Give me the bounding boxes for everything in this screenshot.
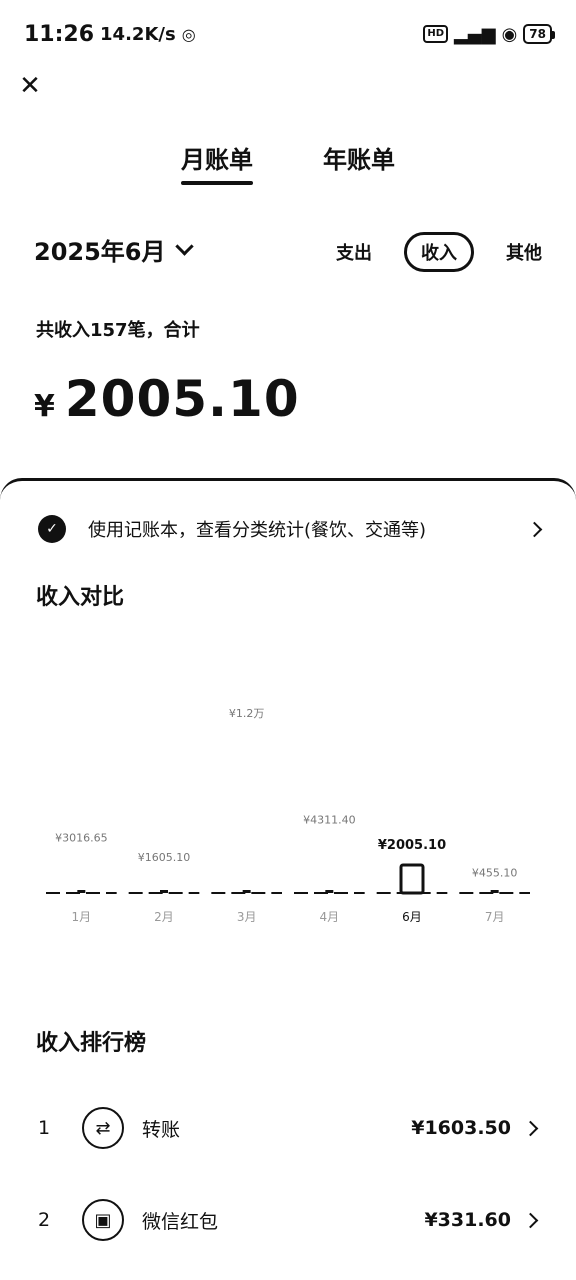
bookkeeping-icon: ✓ (38, 515, 66, 543)
signal-icon: ▂▄▆ (454, 23, 496, 45)
transfer-icon: ⇄ (82, 1107, 124, 1149)
rank-amount: ¥1603.50 (411, 1117, 511, 1139)
notification-icon: ◎ (181, 24, 196, 44)
hd-icon: HD (423, 25, 449, 43)
chart-bar (399, 863, 425, 895)
chart-bar (490, 890, 499, 893)
chart-category-label: 7月 (485, 910, 505, 924)
chart-bar (160, 890, 168, 893)
month-label: 2025年6月 (34, 238, 166, 266)
currency-symbol: ¥ (34, 389, 55, 424)
filter-other[interactable]: 其他 (506, 239, 542, 265)
ranking-item[interactable]: 2 ▣ 微信红包 ¥331.60 (38, 1195, 539, 1245)
chevron-right-icon (526, 521, 543, 537)
chart-bar (242, 890, 251, 893)
chart-category-label: 2月 (154, 910, 174, 924)
rank-name: 微信红包 (142, 1210, 219, 1233)
ranking-item[interactable]: 1 ⇄ 转账 ¥1603.50 (38, 1103, 539, 1153)
chart-value-label: ¥1605.10 (138, 851, 191, 864)
chart-value-label: ¥455.10 (472, 867, 518, 880)
type-filter: 支出 收入 其他 (336, 232, 542, 272)
red-packet-icon: ▣ (82, 1199, 124, 1241)
chart-category-label: 6月 (402, 910, 422, 924)
rank-number: 2 (38, 1209, 51, 1231)
chart-category-label: 3月 (237, 910, 257, 924)
comparison-title: 收入对比 (36, 585, 125, 610)
rank-amount: ¥331.60 (424, 1209, 511, 1231)
tab-yearly-bill[interactable]: 年账单 (323, 140, 395, 185)
chart-value-label: ¥3016.65 (55, 831, 108, 844)
promo-text: 使用记账本，查看分类统计(餐饮、交通等) (88, 520, 427, 541)
chart-bar (325, 890, 334, 893)
income-summary: 共收入157笔，合计 (36, 320, 200, 341)
chart-value-label: ¥4311.40 (303, 813, 356, 826)
hotspot-icon: ◉ (501, 23, 518, 45)
status-bar: 11:26 14.2K/s ◎ HD ▂▄▆ ◉ 78 (24, 16, 555, 52)
chart-svg: ¥3016.65 1月 ¥1605.10 2月 ¥1.2万 3月 ¥4311.40 4月 ¥20… (46, 707, 530, 924)
detail-card: ✓ 使用记账本，查看分类统计(餐饮、交通等) 收入对比 ¥3016.65 1月 ¥1… (0, 478, 576, 1280)
total-amount: ¥ 2005.10 (34, 370, 300, 428)
close-icon[interactable]: ✕ (16, 72, 44, 100)
chart-bar (77, 890, 86, 893)
monthly-bill-page: 11:26 14.2K/s ◎ HD ▂▄▆ ◉ 78 ✕ 月账单 年账单 20… (0, 0, 576, 1280)
filter-income[interactable]: 收入 (404, 232, 474, 272)
chart-category-label: 4月 (320, 910, 340, 924)
chevron-right-icon (522, 1212, 539, 1228)
total-value: 2005.10 (64, 370, 300, 428)
chart-value-label: ¥1.2万 (229, 707, 265, 720)
chevron-down-icon (174, 237, 194, 256)
status-time: 11:26 (24, 21, 95, 47)
bookkeeping-promo[interactable]: ✓ 使用记账本，查看分类统计(餐饮、交通等) (38, 515, 543, 543)
rank-name: 转账 (142, 1118, 181, 1141)
tab-monthly-bill[interactable]: 月账单 (181, 140, 253, 185)
battery-icon: 78 (523, 24, 555, 44)
bill-tabs: 月账单 年账单 (0, 140, 576, 185)
month-selector[interactable]: 2025年6月 (34, 232, 194, 267)
network-speed: 14.2K/s (100, 23, 176, 45)
ranking-title: 收入排行榜 (36, 1031, 147, 1056)
chevron-right-icon (522, 1120, 539, 1136)
chart-category-label: 1月 (72, 910, 92, 924)
chart-value-label: ¥2005.10 (378, 838, 446, 853)
income-comparison-chart: ¥3016.65 1月 ¥1605.10 2月 ¥1.2万 3月 ¥4311.40 4月 ¥20… (0, 651, 576, 941)
filter-expense[interactable]: 支出 (336, 239, 372, 265)
rank-number: 1 (38, 1117, 51, 1139)
